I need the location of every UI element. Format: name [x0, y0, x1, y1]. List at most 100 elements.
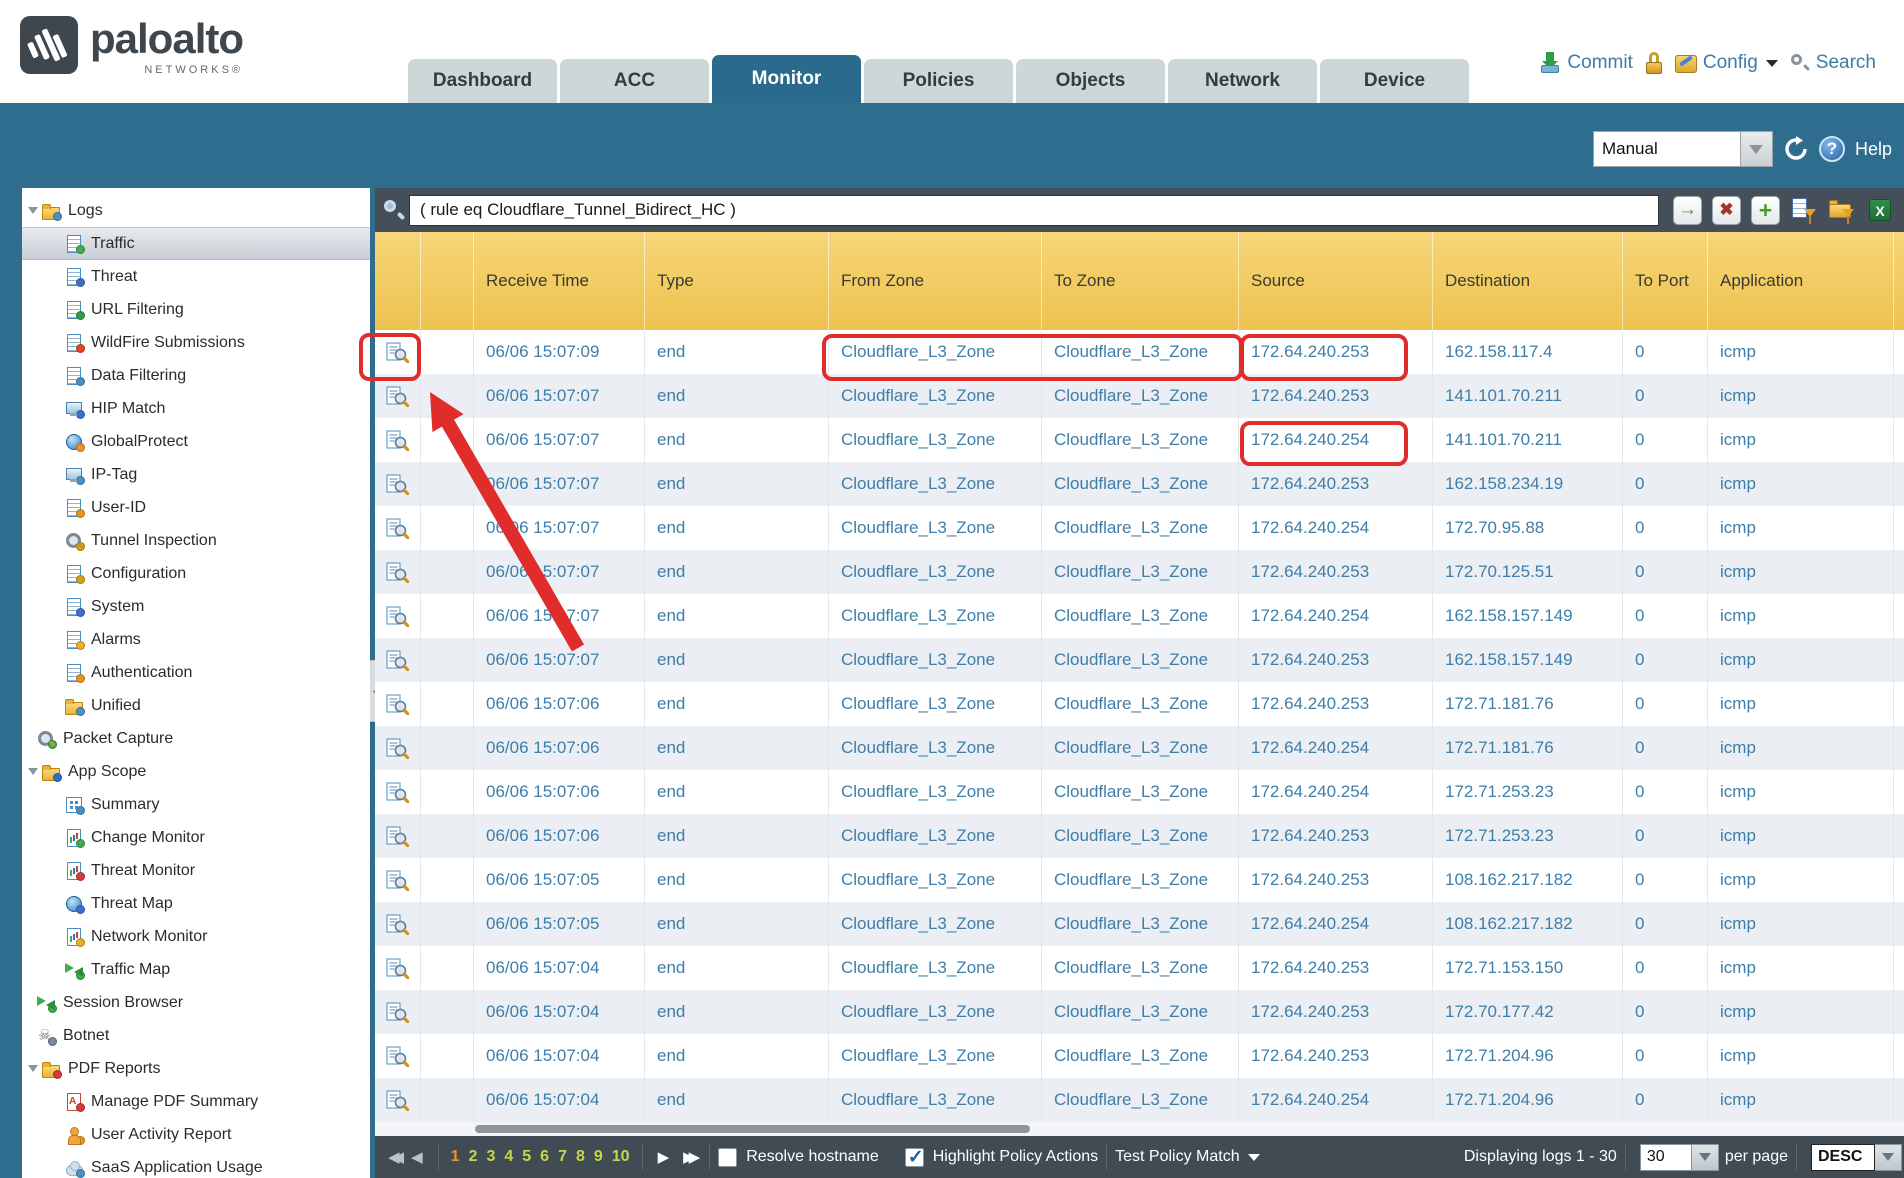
log-table-row[interactable]: 06/06 15:07:06endCloudflare_L3_ZoneCloud… — [375, 726, 1904, 770]
cell-detail[interactable] — [375, 770, 421, 814]
log-table-row[interactable]: 06/06 15:07:06endCloudflare_L3_ZoneCloud… — [375, 770, 1904, 814]
tab-device[interactable]: Device — [1320, 59, 1469, 103]
log-table-row[interactable]: 06/06 15:07:09endCloudflare_L3_ZoneCloud… — [375, 330, 1904, 374]
cell-detail[interactable] — [375, 946, 421, 990]
log-detail-icon[interactable] — [386, 342, 409, 363]
highlight-policy-actions-checkbox[interactable] — [905, 1148, 924, 1167]
commit-button[interactable]: Commit — [1539, 52, 1632, 74]
page-number-6[interactable]: 6 — [540, 1148, 549, 1166]
sidebar-item-threat-monitor[interactable]: Threat Monitor — [22, 854, 370, 887]
load-filter-icon[interactable] — [1828, 196, 1856, 224]
page-number-5[interactable]: 5 — [522, 1148, 531, 1166]
export-csv-icon[interactable]: X — [1866, 196, 1894, 224]
log-detail-icon[interactable] — [386, 386, 409, 407]
sidebar-item-system[interactable]: System — [22, 590, 370, 623]
page-number-7[interactable]: 7 — [558, 1148, 567, 1166]
sidebar-item-hip-match[interactable]: HIP Match — [22, 392, 370, 425]
log-detail-icon[interactable] — [386, 826, 409, 847]
tab-dashboard[interactable]: Dashboard — [408, 59, 557, 103]
sidebar-item-globalprotect[interactable]: GlobalProtect — [22, 425, 370, 458]
expand-triangle-icon[interactable] — [28, 1065, 38, 1072]
column-header-detail[interactable] — [375, 232, 421, 330]
log-table-row[interactable]: 06/06 15:07:07endCloudflare_L3_ZoneCloud… — [375, 374, 1904, 418]
column-header-application[interactable]: Application — [1708, 232, 1894, 330]
test-policy-match-button[interactable]: Test Policy Match — [1115, 1148, 1259, 1166]
tab-policies[interactable]: Policies — [864, 59, 1013, 103]
sidebar-item-manage-pdf-summary[interactable]: Manage PDF Summary — [22, 1085, 370, 1118]
refresh-icon[interactable] — [1783, 136, 1809, 162]
page-number-3[interactable]: 3 — [486, 1148, 495, 1166]
tab-network[interactable]: Network — [1168, 59, 1317, 103]
page-number-10[interactable]: 10 — [612, 1148, 630, 1166]
log-table-row[interactable]: 06/06 15:07:07endCloudflare_L3_ZoneCloud… — [375, 462, 1904, 506]
cell-detail[interactable] — [375, 506, 421, 550]
sort-order-select[interactable]: DESC — [1811, 1144, 1902, 1171]
cell-detail[interactable] — [375, 1034, 421, 1078]
log-table-row[interactable]: 06/06 15:07:07endCloudflare_L3_ZoneCloud… — [375, 638, 1904, 682]
sort-order-dropdown-button[interactable] — [1875, 1144, 1902, 1171]
cell-detail[interactable] — [375, 858, 421, 902]
cell-detail[interactable] — [375, 990, 421, 1034]
apply-filter-icon[interactable]: → — [1673, 196, 1702, 225]
column-header-from_zone[interactable]: From Zone — [829, 232, 1042, 330]
cell-detail[interactable] — [375, 1078, 421, 1122]
cell-detail[interactable] — [375, 726, 421, 770]
log-detail-icon[interactable] — [386, 430, 409, 451]
filter-query-input[interactable] — [409, 195, 1659, 226]
sidebar-item-saas-application-usage[interactable]: SaaS Application Usage — [22, 1151, 370, 1178]
sidebar-item-threat[interactable]: Threat — [22, 260, 370, 293]
log-detail-icon[interactable] — [386, 1090, 409, 1111]
refresh-interval-select[interactable]: Manual — [1593, 131, 1773, 167]
log-table-row[interactable]: 06/06 15:07:04endCloudflare_L3_ZoneCloud… — [375, 1034, 1904, 1078]
log-table-row[interactable]: 06/06 15:07:04endCloudflare_L3_ZoneCloud… — [375, 990, 1904, 1034]
sidebar-item-ip-tag[interactable]: IP-Tag — [22, 458, 370, 491]
sidebar-item-alarms[interactable]: Alarms — [22, 623, 370, 656]
expand-triangle-icon[interactable] — [28, 768, 38, 775]
sidebar-item-configuration[interactable]: Configuration — [22, 557, 370, 590]
log-detail-icon[interactable] — [386, 958, 409, 979]
log-table-row[interactable]: 06/06 15:07:05endCloudflare_L3_ZoneCloud… — [375, 858, 1904, 902]
sidebar-item-network-monitor[interactable]: Network Monitor — [22, 920, 370, 953]
sidebar-item-app-scope[interactable]: App Scope — [22, 755, 370, 788]
page-number-9[interactable]: 9 — [594, 1148, 603, 1166]
log-detail-icon[interactable] — [386, 474, 409, 495]
log-detail-icon[interactable] — [386, 694, 409, 715]
log-table-row[interactable]: 06/06 15:07:07endCloudflare_L3_ZoneCloud… — [375, 418, 1904, 462]
sidebar-item-packet-capture[interactable]: Packet Capture — [22, 722, 370, 755]
sidebar-item-unified[interactable]: Unified — [22, 689, 370, 722]
column-header-destination[interactable]: Destination — [1433, 232, 1623, 330]
sidebar-item-traffic-map[interactable]: Traffic Map — [22, 953, 370, 986]
cell-detail[interactable] — [375, 814, 421, 858]
next-page-button[interactable]: ▶ — [651, 1148, 677, 1166]
page-number-1[interactable]: 1 — [451, 1148, 460, 1166]
sidebar-item-change-monitor[interactable]: Change Monitor — [22, 821, 370, 854]
resolve-hostname-checkbox[interactable] — [718, 1148, 737, 1167]
sidebar-item-user-id[interactable]: User-ID — [22, 491, 370, 524]
last-page-button[interactable]: ▶▶ — [676, 1148, 701, 1166]
log-table-row[interactable]: 06/06 15:07:07endCloudflare_L3_ZoneCloud… — [375, 594, 1904, 638]
cell-detail[interactable] — [375, 594, 421, 638]
log-detail-icon[interactable] — [386, 1046, 409, 1067]
clear-filter-icon[interactable]: ✖ — [1712, 196, 1741, 225]
page-number-8[interactable]: 8 — [576, 1148, 585, 1166]
sidebar-item-summary[interactable]: Summary — [22, 788, 370, 821]
help-icon[interactable]: ? — [1819, 136, 1845, 162]
per-page-select[interactable]: 30 — [1640, 1144, 1719, 1171]
refresh-interval-dropdown-button[interactable] — [1741, 131, 1773, 167]
tab-acc[interactable]: ACC — [560, 59, 709, 103]
sidebar-item-url-filtering[interactable]: URL Filtering — [22, 293, 370, 326]
lock-icon[interactable] — [1645, 52, 1663, 74]
column-header-receive_time[interactable]: Receive Time — [474, 232, 645, 330]
page-number-2[interactable]: 2 — [469, 1148, 478, 1166]
sidebar-item-user-activity-report[interactable]: User Activity Report — [22, 1118, 370, 1151]
sidebar-item-threat-map[interactable]: Threat Map — [22, 887, 370, 920]
log-detail-icon[interactable] — [386, 870, 409, 891]
sidebar-item-tunnel-inspection[interactable]: Tunnel Inspection — [22, 524, 370, 557]
log-table-row[interactable]: 06/06 15:07:06endCloudflare_L3_ZoneCloud… — [375, 814, 1904, 858]
cell-detail[interactable] — [375, 682, 421, 726]
log-table-row[interactable]: 06/06 15:07:07endCloudflare_L3_ZoneCloud… — [375, 506, 1904, 550]
cell-detail[interactable] — [375, 550, 421, 594]
sidebar-item-data-filtering[interactable]: Data Filtering — [22, 359, 370, 392]
log-detail-icon[interactable] — [386, 518, 409, 539]
log-table-row[interactable]: 06/06 15:07:04endCloudflare_L3_ZoneCloud… — [375, 1078, 1904, 1122]
